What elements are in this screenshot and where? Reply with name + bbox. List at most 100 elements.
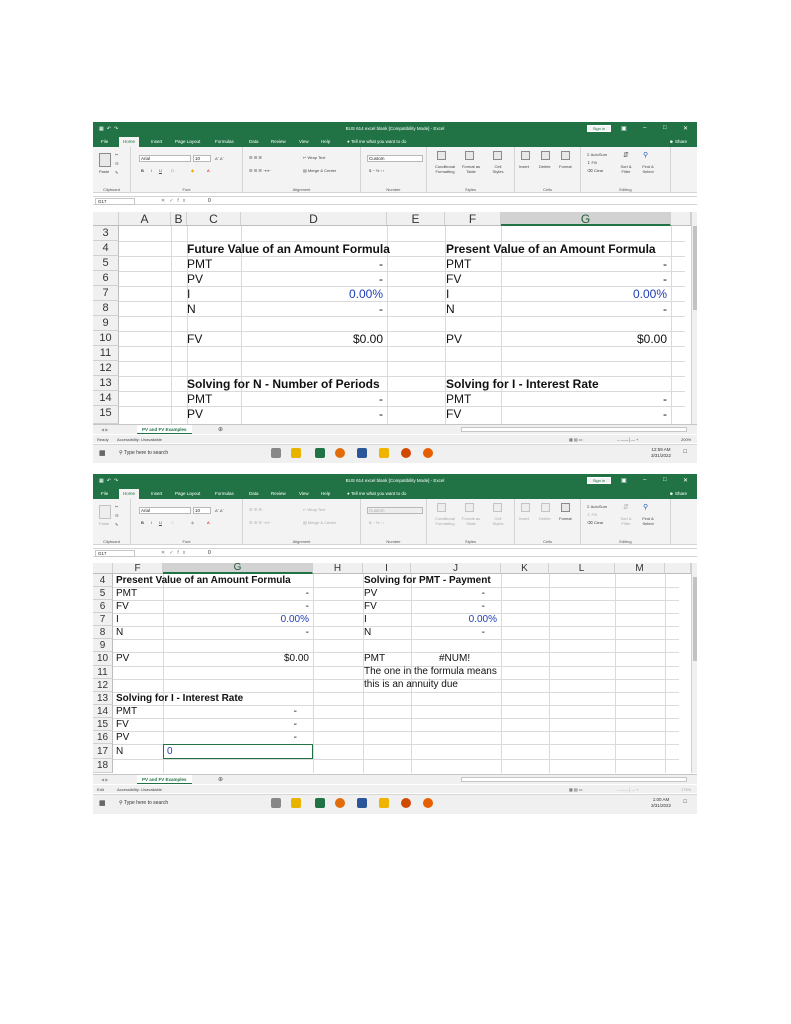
formula-bar-icons[interactable]: ✕✓fx (161, 198, 189, 204)
row-header-11[interactable]: 11 (93, 666, 113, 679)
column-header-i[interactable]: I (363, 563, 411, 574)
number-format-icons[interactable]: $ ~ % ‹ › (369, 520, 384, 525)
app-icon[interactable] (379, 798, 389, 808)
zoom-level[interactable]: 200% (681, 437, 691, 442)
tab-help[interactable]: Help (321, 491, 330, 496)
chrome-icon[interactable] (335, 798, 345, 808)
horizontal-scrollbar[interactable] (461, 427, 687, 432)
wrap-text-button[interactable]: ↩ Wrap Text (303, 507, 325, 512)
system-tray[interactable]: 12:59 AM 3/31/2022 (651, 447, 671, 458)
tab-help[interactable]: Help (321, 139, 330, 144)
windows-start-icon[interactable]: ▦ (99, 449, 106, 457)
app-icon[interactable] (379, 448, 389, 458)
firefox-icon[interactable] (423, 798, 433, 808)
cut-icon[interactable]: ✂ (115, 504, 118, 509)
underline-icon[interactable]: U (159, 168, 162, 173)
add-sheet-icon[interactable]: ⊕ (218, 776, 223, 783)
sign-in-button[interactable]: Sign in (587, 125, 611, 132)
row-header-9[interactable]: 9 (93, 639, 113, 652)
tab-formulas[interactable]: Formulas (215, 491, 234, 496)
italic-icon[interactable]: I (151, 520, 152, 525)
column-header-b[interactable]: B (171, 212, 187, 226)
align-top-icons[interactable]: ☰ ☰ ☰ (249, 507, 262, 512)
clear-button[interactable]: ⌫ Clear (587, 520, 603, 525)
minimize-icon[interactable]: – (643, 125, 646, 131)
bold-icon[interactable]: B (141, 520, 144, 525)
column-header-g[interactable]: G (163, 563, 313, 574)
row-header-7[interactable]: 7 (93, 286, 119, 301)
column-header-h[interactable]: H (313, 563, 363, 574)
font-name-select[interactable]: Arial (139, 155, 191, 162)
powerpoint-icon[interactable] (401, 798, 411, 808)
font-size-select[interactable]: 10 (193, 155, 211, 162)
sort-filter-icon[interactable]: ⇵ (623, 503, 629, 511)
tab-data[interactable]: Data (249, 491, 259, 496)
tab-formulas[interactable]: Formulas (215, 139, 234, 144)
share-button[interactable]: ☻ Share (669, 139, 687, 144)
column-header-k[interactable]: K (501, 563, 549, 574)
share-button[interactable]: ☻ Share (669, 491, 687, 496)
copy-icon[interactable]: ☷ (115, 513, 119, 518)
sheet-nav-icons[interactable]: ◀ ▶ (101, 427, 108, 432)
ribbon-display-icon[interactable]: ▣ (621, 125, 627, 132)
wrap-text-button[interactable]: ↩ Wrap Text (303, 155, 325, 160)
column-header-e[interactable]: E (387, 212, 445, 226)
tab-file[interactable]: File (101, 139, 108, 144)
select-all-corner[interactable] (93, 563, 113, 574)
fill-button[interactable]: ↧ Fill (587, 160, 597, 165)
row-header-9[interactable]: 9 (93, 316, 119, 331)
sheet-tab[interactable]: PV and FV Examples (137, 425, 192, 434)
tab-data[interactable]: Data (249, 139, 259, 144)
zoom-slider[interactable]: – ——│— + (617, 787, 638, 792)
autosum-button[interactable]: Σ AutoSum (587, 152, 607, 157)
row-header-5[interactable]: 5 (93, 587, 113, 600)
ribbon-display-icon[interactable]: ▣ (621, 477, 627, 484)
row-header-13[interactable]: 13 (93, 376, 119, 391)
format-as-table-icon[interactable] (465, 503, 474, 512)
tab-view[interactable]: View (299, 139, 309, 144)
name-box[interactable]: G17 (95, 550, 135, 557)
font-grow-shrink-icon[interactable]: Aˆ Aˇ (215, 156, 224, 161)
align-top-icons[interactable]: ☰ ☰ ☰ (249, 155, 262, 160)
font-name-select[interactable]: Arial (139, 507, 191, 514)
row-header-10[interactable]: 10 (93, 652, 113, 666)
column-header-l[interactable]: L (549, 563, 615, 574)
select-all-corner[interactable] (93, 212, 119, 226)
cut-icon[interactable]: ✂ (115, 152, 118, 157)
paste-icon[interactable] (99, 505, 111, 519)
word-icon[interactable] (357, 448, 367, 458)
delete-cells-icon[interactable] (541, 503, 550, 512)
column-header-f[interactable]: F (445, 212, 501, 226)
excel-icon[interactable] (315, 798, 325, 808)
taskbar-search[interactable]: ⚲ Type here to search (115, 447, 265, 459)
tab-file[interactable]: File (101, 491, 108, 496)
tab-view[interactable]: View (299, 491, 309, 496)
borders-icon[interactable]: □ (171, 168, 173, 173)
tab-insert[interactable]: Insert (151, 491, 162, 496)
bold-icon[interactable]: B (141, 168, 144, 173)
column-header-a[interactable]: A (119, 212, 171, 226)
font-color-icon[interactable]: A (207, 168, 210, 173)
column-header-d[interactable]: D (241, 212, 387, 226)
active-cell-g17[interactable]: 0 (163, 744, 313, 759)
row-header-16[interactable]: 16 (93, 731, 113, 744)
sheet-tab[interactable]: PV and FV Examples (137, 775, 192, 784)
merge-center-button[interactable]: ▤ Merge & Center (303, 168, 336, 173)
notification-icon[interactable]: □ (683, 799, 687, 805)
paste-icon[interactable] (99, 153, 111, 167)
row-header-13[interactable]: 13 (93, 692, 113, 705)
file-explorer-icon[interactable] (291, 798, 301, 808)
restore-icon[interactable]: □ (663, 477, 667, 483)
borders-icon[interactable]: □ (171, 520, 173, 525)
formula-bar-icons[interactable]: ✕✓fx (161, 550, 189, 556)
row-header-14[interactable]: 14 (93, 705, 113, 718)
align-left-icons[interactable]: ☰ ☰ ☰ ⇥ ⇤ (249, 168, 271, 173)
powerpoint-icon[interactable] (401, 448, 411, 458)
taskbar-search[interactable]: ⚲ Type here to search (115, 797, 265, 809)
autosum-button[interactable]: Σ AutoSum (587, 504, 607, 509)
notification-icon[interactable]: □ (683, 449, 687, 455)
scrollbar-thumb[interactable] (693, 226, 697, 310)
row-header-11[interactable]: 11 (93, 346, 119, 361)
close-icon[interactable]: ✕ (683, 125, 688, 132)
insert-cells-icon[interactable] (521, 503, 530, 512)
